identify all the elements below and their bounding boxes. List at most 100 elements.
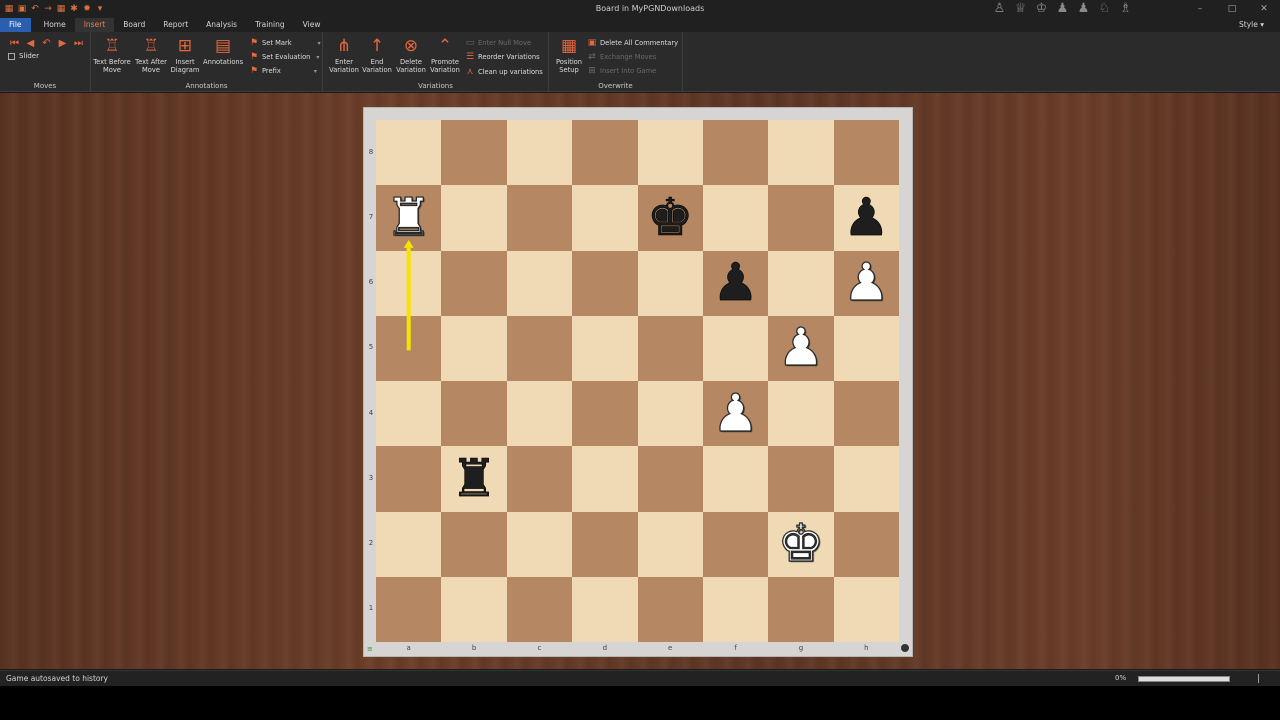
- end-variation-button[interactable]: ↑ End Variation: [358, 36, 396, 74]
- tab-training[interactable]: Training: [246, 18, 294, 32]
- square-c3[interactable]: [506, 446, 573, 512]
- chess-board[interactable]: ♜ ♚ ♟ ♟ ♟ ♟ ♟ ♜ ♚: [376, 120, 899, 642]
- square-d1[interactable]: [572, 576, 638, 642]
- square-g6[interactable]: [768, 250, 834, 316]
- square-b2[interactable]: [441, 511, 507, 577]
- insert-diagram-button[interactable]: ⊞ Insert Diagram: [166, 36, 204, 74]
- users-icon[interactable]: ♟: [1076, 1, 1091, 16]
- white-pawn-piece[interactable]: ♟: [712, 387, 760, 440]
- square-a4[interactable]: [376, 381, 442, 447]
- white-pawn-piece[interactable]: ♟: [777, 322, 825, 375]
- minimize-button[interactable]: –: [1184, 0, 1216, 18]
- square-d6[interactable]: [572, 250, 638, 316]
- text-after-move-button[interactable]: ♖ Text After Move: [132, 36, 170, 74]
- square-b8[interactable]: [441, 120, 507, 186]
- square-d2[interactable]: [572, 511, 638, 577]
- square-f6[interactable]: ♟: [702, 250, 769, 316]
- knight-icon[interactable]: ♘: [1097, 1, 1112, 16]
- checkbox-box[interactable]: [8, 52, 15, 60]
- style-menu[interactable]: Style ▾: [1239, 18, 1264, 32]
- square-b7[interactable]: [441, 185, 507, 251]
- previous-move-icon[interactable]: ◀: [24, 38, 37, 50]
- square-h1[interactable]: [833, 576, 899, 642]
- square-e8[interactable]: [637, 120, 703, 186]
- square-e4[interactable]: [637, 381, 703, 447]
- chevron-down-icon[interactable]: ▾: [318, 40, 321, 47]
- square-b6[interactable]: [441, 250, 507, 316]
- last-move-icon[interactable]: ⏭: [72, 38, 85, 50]
- queen-icon[interactable]: ♕: [1013, 1, 1028, 16]
- bishop-icon[interactable]: ♗: [1118, 1, 1133, 16]
- square-c5[interactable]: [506, 315, 573, 381]
- zoom-slider[interactable]: [1138, 676, 1230, 682]
- set-mark-button[interactable]: ⚑ Set Mark ▾: [249, 36, 321, 50]
- close-button[interactable]: ✕: [1248, 0, 1280, 18]
- square-a7[interactable]: ♜: [376, 185, 442, 251]
- square-h3[interactable]: [833, 446, 899, 512]
- set-evaluation-button[interactable]: ⚑ Set Evaluation ▾: [249, 50, 319, 64]
- square-f1[interactable]: [702, 576, 769, 642]
- square-f7[interactable]: [702, 185, 769, 251]
- annotations-button[interactable]: ▤ Annotations: [203, 36, 243, 66]
- square-h8[interactable]: [833, 120, 899, 186]
- square-e2[interactable]: [637, 511, 703, 577]
- reorder-variations-button[interactable]: ☰ Reorder Variations: [465, 50, 540, 64]
- square-c1[interactable]: [506, 576, 573, 642]
- square-f8[interactable]: [702, 120, 769, 186]
- square-a3[interactable]: [376, 446, 442, 512]
- chevron-down-icon[interactable]: ▾: [314, 68, 317, 75]
- square-h6[interactable]: ♟: [833, 250, 899, 316]
- next-move-icon[interactable]: ▶: [56, 38, 69, 50]
- user-icon[interactable]: ♟: [1055, 1, 1070, 16]
- exchange-moves-button[interactable]: ⇄ Exchange Moves: [587, 50, 656, 64]
- square-h7[interactable]: ♟: [833, 185, 899, 251]
- square-c8[interactable]: [506, 120, 573, 186]
- square-g2[interactable]: ♚: [768, 511, 834, 577]
- black-rook-piece[interactable]: ♜: [450, 453, 497, 506]
- enter-null-move-button[interactable]: ▭ Enter Null Move: [465, 36, 531, 50]
- square-f2[interactable]: [702, 511, 769, 577]
- black-king-piece[interactable]: ♚: [647, 192, 694, 245]
- white-king-piece[interactable]: ♚: [777, 518, 825, 571]
- square-g8[interactable]: [768, 120, 834, 186]
- square-c6[interactable]: [506, 250, 573, 316]
- tab-insert[interactable]: Insert: [74, 18, 115, 32]
- square-d3[interactable]: [572, 446, 638, 512]
- square-a5[interactable]: [376, 315, 442, 381]
- square-g5[interactable]: ♟: [768, 315, 834, 381]
- pawn-icon[interactable]: ♙: [992, 1, 1007, 16]
- square-c2[interactable]: [506, 511, 573, 577]
- square-b4[interactable]: [441, 381, 507, 447]
- position-setup-button[interactable]: ▦ Position Setup: [550, 36, 588, 74]
- black-pawn-piece[interactable]: ♟: [843, 192, 890, 245]
- square-g1[interactable]: [768, 576, 834, 642]
- square-f5[interactable]: [702, 315, 769, 381]
- square-f4[interactable]: ♟: [702, 381, 769, 447]
- square-a1[interactable]: [376, 576, 442, 642]
- square-b5[interactable]: [441, 315, 507, 381]
- square-b1[interactable]: [441, 576, 507, 642]
- square-a6[interactable]: [376, 250, 442, 316]
- delete-variation-button[interactable]: ⊗ Delete Variation: [392, 36, 430, 74]
- maximize-button[interactable]: □: [1216, 0, 1248, 18]
- clean-up-variations-button[interactable]: ⋏ Clean up variations: [465, 65, 543, 79]
- square-d8[interactable]: [572, 120, 638, 186]
- square-g4[interactable]: [768, 381, 834, 447]
- chevron-down-icon[interactable]: ▾: [316, 54, 319, 61]
- prefix-button[interactable]: ⚑ Prefix ▾: [249, 64, 317, 78]
- square-d4[interactable]: [572, 381, 638, 447]
- promote-variation-button[interactable]: ⌃ Promote Variation: [426, 36, 464, 74]
- square-h4[interactable]: [833, 381, 899, 447]
- square-h2[interactable]: [833, 511, 899, 577]
- square-e3[interactable]: [637, 446, 703, 512]
- square-e1[interactable]: [637, 576, 703, 642]
- tab-analysis[interactable]: Analysis: [197, 18, 246, 32]
- text-before-move-button[interactable]: ♖ Text Before Move: [93, 36, 131, 74]
- square-e5[interactable]: [637, 315, 703, 381]
- slider-checkbox[interactable]: Slider: [8, 52, 39, 60]
- square-f3[interactable]: [702, 446, 769, 512]
- tab-file[interactable]: File: [0, 18, 31, 32]
- first-move-icon[interactable]: ⏮: [8, 38, 21, 50]
- square-e6[interactable]: [637, 250, 703, 316]
- square-g7[interactable]: [768, 185, 834, 251]
